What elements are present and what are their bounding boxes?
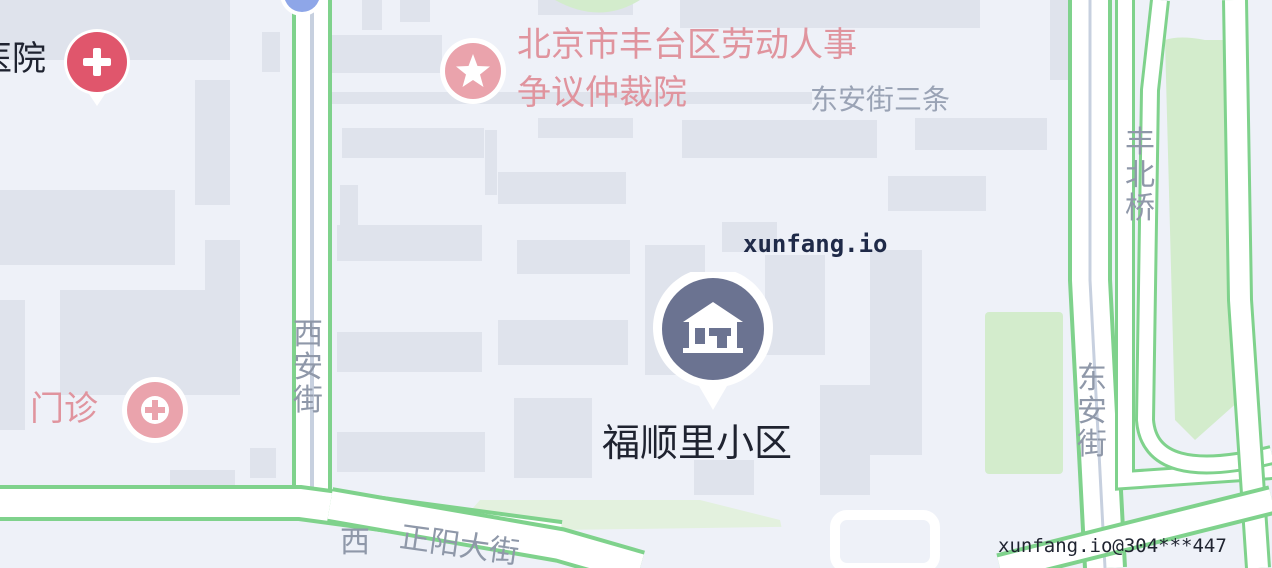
- medical-cross-icon: [122, 377, 188, 443]
- star-icon: [440, 38, 506, 104]
- road-label-char: 街: [293, 383, 323, 418]
- building: [820, 385, 870, 495]
- building: [195, 80, 230, 205]
- building: [915, 118, 1047, 150]
- hospital-label[interactable]: 医院: [0, 42, 46, 76]
- green-area: [985, 312, 1063, 474]
- clinic-label[interactable]: 门诊: [30, 392, 98, 426]
- building: [514, 398, 592, 478]
- building: [0, 190, 175, 265]
- clinic-pin[interactable]: [120, 375, 190, 449]
- community-pin[interactable]: [651, 267, 775, 416]
- house-icon: [653, 267, 773, 410]
- watermark-corner: xunfang.io@304***447: [998, 535, 1227, 557]
- road-label-char: 北: [1125, 158, 1155, 193]
- building: [337, 432, 485, 472]
- building: [517, 240, 630, 274]
- building: [680, 0, 980, 28]
- medical-cross-icon: [64, 28, 130, 106]
- building: [485, 130, 497, 195]
- road-label-dongan: 东 安 街: [1077, 362, 1107, 461]
- road-label-xi: 西: [340, 525, 370, 560]
- watermark-center: xunfang.io: [743, 230, 888, 258]
- building: [870, 250, 922, 455]
- hospital-pin[interactable]: [62, 24, 132, 114]
- road: [1072, 0, 1123, 568]
- road-label-char: 街: [1077, 427, 1107, 462]
- road-label-xian: 西 安 街: [293, 318, 323, 417]
- road-label-char: 西: [293, 317, 323, 352]
- arbitration-label-line1[interactable]: 北京市丰台区劳动人事: [517, 28, 857, 62]
- arbitration-label-line2[interactable]: 争议仲裁院: [517, 76, 687, 110]
- building: [694, 460, 754, 495]
- road-label-char: 丰: [1125, 125, 1155, 160]
- map-canvas[interactable]: 医院 北京市丰台区劳动人事 争议仲裁院 门诊: [0, 0, 1272, 568]
- building: [362, 0, 382, 30]
- building: [498, 320, 628, 365]
- road-label-char: 安: [293, 350, 323, 385]
- road-label-char: 安: [1077, 394, 1107, 429]
- building: [0, 300, 25, 430]
- building: [538, 118, 633, 138]
- building: [498, 172, 626, 204]
- building: [262, 32, 280, 72]
- building: [682, 120, 877, 158]
- partial-marker-icon[interactable]: [272, 0, 332, 20]
- building: [205, 240, 240, 300]
- building: [888, 176, 986, 211]
- building: [337, 332, 482, 372]
- building: [337, 225, 482, 261]
- road-label-char: 桥: [1125, 191, 1155, 226]
- road-divider: [310, 0, 314, 568]
- community-label[interactable]: 福顺里小区: [602, 424, 792, 462]
- building: [332, 35, 442, 73]
- road-label-dongan-3: 东安街三条: [810, 83, 951, 116]
- road-label-char: 东: [1077, 361, 1107, 396]
- building: [400, 0, 430, 22]
- road-label-fengbei: 丰 北 桥: [1125, 126, 1155, 225]
- building: [250, 448, 276, 478]
- building: [342, 128, 484, 158]
- arbitration-pin[interactable]: [438, 36, 508, 110]
